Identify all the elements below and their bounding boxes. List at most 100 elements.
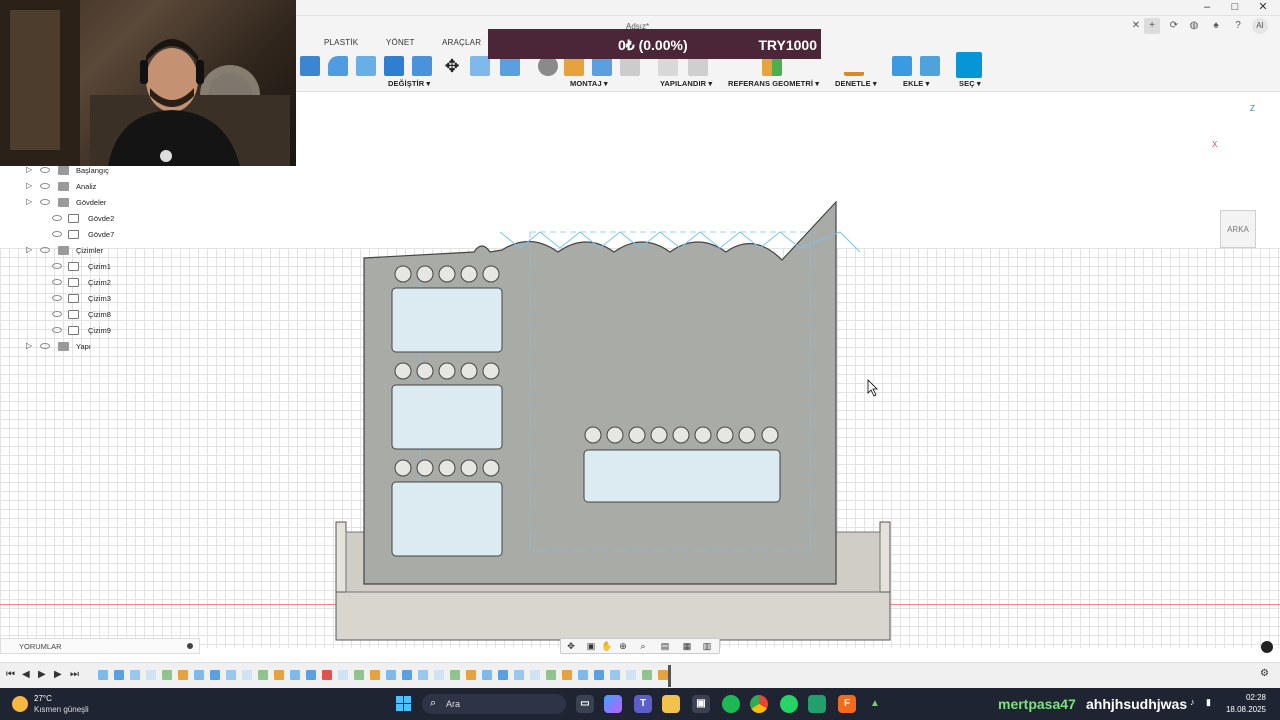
viewports-icon[interactable]: ▥ bbox=[701, 641, 713, 652]
new-tab-icon[interactable]: + bbox=[1144, 18, 1160, 34]
expand-arrow-icon[interactable]: ▷ bbox=[26, 245, 32, 254]
timeline-feature[interactable] bbox=[194, 670, 204, 680]
minimize-button[interactable]: – bbox=[1198, 0, 1216, 14]
expand-arrow-icon[interactable]: ▷ bbox=[26, 165, 32, 174]
timeline-feature[interactable] bbox=[482, 670, 492, 680]
tab-araclar[interactable]: ARAÇLAR bbox=[442, 38, 481, 47]
timeline-feature[interactable] bbox=[402, 670, 412, 680]
browser-item[interactable]: ▷ Analiz bbox=[22, 180, 172, 194]
look-at-icon[interactable]: ▣ bbox=[585, 641, 597, 652]
model-render[interactable] bbox=[0, 92, 1280, 662]
measure-icon[interactable] bbox=[844, 56, 864, 76]
move-icon[interactable]: ✥ bbox=[442, 56, 462, 76]
job-status-icon[interactable]: ◍ bbox=[1186, 18, 1202, 34]
taskbar-search[interactable]: ⌕ Ara bbox=[422, 694, 566, 714]
expand-arrow-icon[interactable]: ▷ bbox=[26, 341, 32, 350]
timeline-feature[interactable] bbox=[306, 670, 316, 680]
timeline-feature[interactable] bbox=[450, 670, 460, 680]
clock-time[interactable]: 02:28 bbox=[1246, 693, 1266, 702]
timeline-feature[interactable] bbox=[642, 670, 652, 680]
step-forward-icon[interactable]: ▶ bbox=[54, 669, 62, 680]
rigid-group-icon[interactable] bbox=[592, 56, 612, 76]
visibility-eye-icon[interactable] bbox=[52, 279, 62, 285]
configure-icon[interactable] bbox=[658, 56, 678, 76]
fillet-icon[interactable] bbox=[328, 56, 348, 76]
browser-item[interactable]: ▷ Çizimler bbox=[22, 244, 172, 258]
group-ekle[interactable]: EKLE ▾ bbox=[903, 79, 929, 88]
timeline-feature[interactable] bbox=[418, 670, 428, 680]
scale-icon[interactable] bbox=[470, 56, 490, 76]
browser-item[interactable]: Gövde7 bbox=[22, 228, 172, 242]
timeline-feature[interactable] bbox=[210, 670, 220, 680]
battery-icon[interactable]: ▮ bbox=[1206, 697, 1211, 708]
timeline-feature[interactable] bbox=[242, 670, 252, 680]
timeline-feature[interactable] bbox=[594, 670, 604, 680]
viewcube[interactable]: ARKA bbox=[1220, 210, 1256, 248]
fit-icon[interactable]: ⌕ bbox=[637, 641, 649, 652]
timeline-feature[interactable] bbox=[370, 670, 380, 680]
timeline-feature[interactable] bbox=[178, 670, 188, 680]
pan-icon[interactable]: ✋ bbox=[601, 641, 613, 652]
browser-item[interactable]: Çizim3 bbox=[22, 292, 172, 306]
visibility-eye-icon[interactable] bbox=[40, 343, 50, 349]
browser-item[interactable]: Gövde2 bbox=[22, 212, 172, 226]
timeline-feature[interactable] bbox=[98, 670, 108, 680]
timeline-feature[interactable] bbox=[562, 670, 572, 680]
joint-icon[interactable] bbox=[538, 56, 558, 76]
chamfer-icon[interactable] bbox=[356, 56, 376, 76]
timeline-feature[interactable] bbox=[258, 670, 268, 680]
nvidia-icon[interactable]: ▲ bbox=[866, 695, 884, 713]
app-icon[interactable] bbox=[808, 695, 826, 713]
browser-item[interactable]: ▷ Gövdeler bbox=[22, 196, 172, 210]
timeline[interactable]: ⏮ ◀ ▶ ▶ ⏭ ⚙ bbox=[0, 662, 1280, 688]
timeline-settings-icon[interactable]: ⚙ bbox=[1260, 668, 1269, 679]
group-denetle[interactable]: DENETLE ▾ bbox=[835, 79, 877, 88]
timeline-feature[interactable] bbox=[514, 670, 524, 680]
shell-icon[interactable] bbox=[384, 56, 404, 76]
select-icon[interactable] bbox=[956, 52, 982, 78]
volume-icon[interactable]: ♪ bbox=[1190, 697, 1195, 707]
timeline-feature[interactable] bbox=[658, 670, 668, 680]
fusion-icon[interactable]: F bbox=[838, 695, 856, 713]
group-sec[interactable]: SEÇ ▾ bbox=[959, 79, 981, 88]
extensions-icon[interactable]: ⟳ bbox=[1166, 18, 1182, 34]
play-icon[interactable]: ▶ bbox=[38, 669, 46, 680]
chat-icon[interactable] bbox=[1261, 641, 1273, 653]
timeline-feature[interactable] bbox=[386, 670, 396, 680]
weather-icon[interactable] bbox=[12, 696, 28, 712]
timeline-feature[interactable] bbox=[626, 670, 636, 680]
as-built-joint-icon[interactable] bbox=[564, 56, 584, 76]
visibility-eye-icon[interactable] bbox=[40, 167, 50, 173]
timeline-feature[interactable] bbox=[338, 670, 348, 680]
configure-table-icon[interactable] bbox=[688, 56, 708, 76]
timeline-feature[interactable] bbox=[466, 670, 476, 680]
tab-yonet[interactable]: YÖNET bbox=[386, 38, 415, 47]
go-to-end-icon[interactable]: ⏭ bbox=[70, 669, 79, 680]
user-avatar[interactable]: AI bbox=[1252, 18, 1268, 34]
group-montaj[interactable]: MONTAJ ▾ bbox=[570, 79, 608, 88]
browser-item[interactable]: ▷ Başlangıç bbox=[22, 164, 172, 178]
visibility-eye-icon[interactable] bbox=[40, 247, 50, 253]
timeline-feature[interactable] bbox=[354, 670, 364, 680]
notification-icon[interactable]: ♠ bbox=[1208, 18, 1224, 34]
group-yapilandir[interactable]: YAPILANDIR ▾ bbox=[660, 79, 712, 88]
plane-icon[interactable] bbox=[762, 56, 782, 76]
timeline-feature[interactable] bbox=[226, 670, 236, 680]
teams-icon[interactable]: T bbox=[634, 695, 652, 713]
timeline-feature[interactable] bbox=[130, 670, 140, 680]
chrome-icon[interactable] bbox=[750, 695, 768, 713]
copilot-icon[interactable] bbox=[604, 695, 622, 713]
comments-panel[interactable]: YORUMLAR bbox=[0, 638, 200, 654]
timeline-feature[interactable] bbox=[578, 670, 588, 680]
whatsapp-icon[interactable] bbox=[780, 695, 798, 713]
store-icon[interactable]: ▣ bbox=[692, 695, 710, 713]
add-comment-icon[interactable] bbox=[187, 643, 193, 649]
zoom-icon[interactable]: ⊕ bbox=[617, 641, 629, 652]
display-settings-icon[interactable]: ▤ bbox=[659, 641, 671, 652]
task-view-icon[interactable]: ▭ bbox=[576, 695, 594, 713]
align-icon[interactable] bbox=[500, 56, 520, 76]
timeline-feature[interactable] bbox=[546, 670, 556, 680]
start-button[interactable] bbox=[396, 696, 412, 712]
press-pull-icon[interactable] bbox=[300, 56, 320, 76]
insert-icon[interactable] bbox=[892, 56, 912, 76]
